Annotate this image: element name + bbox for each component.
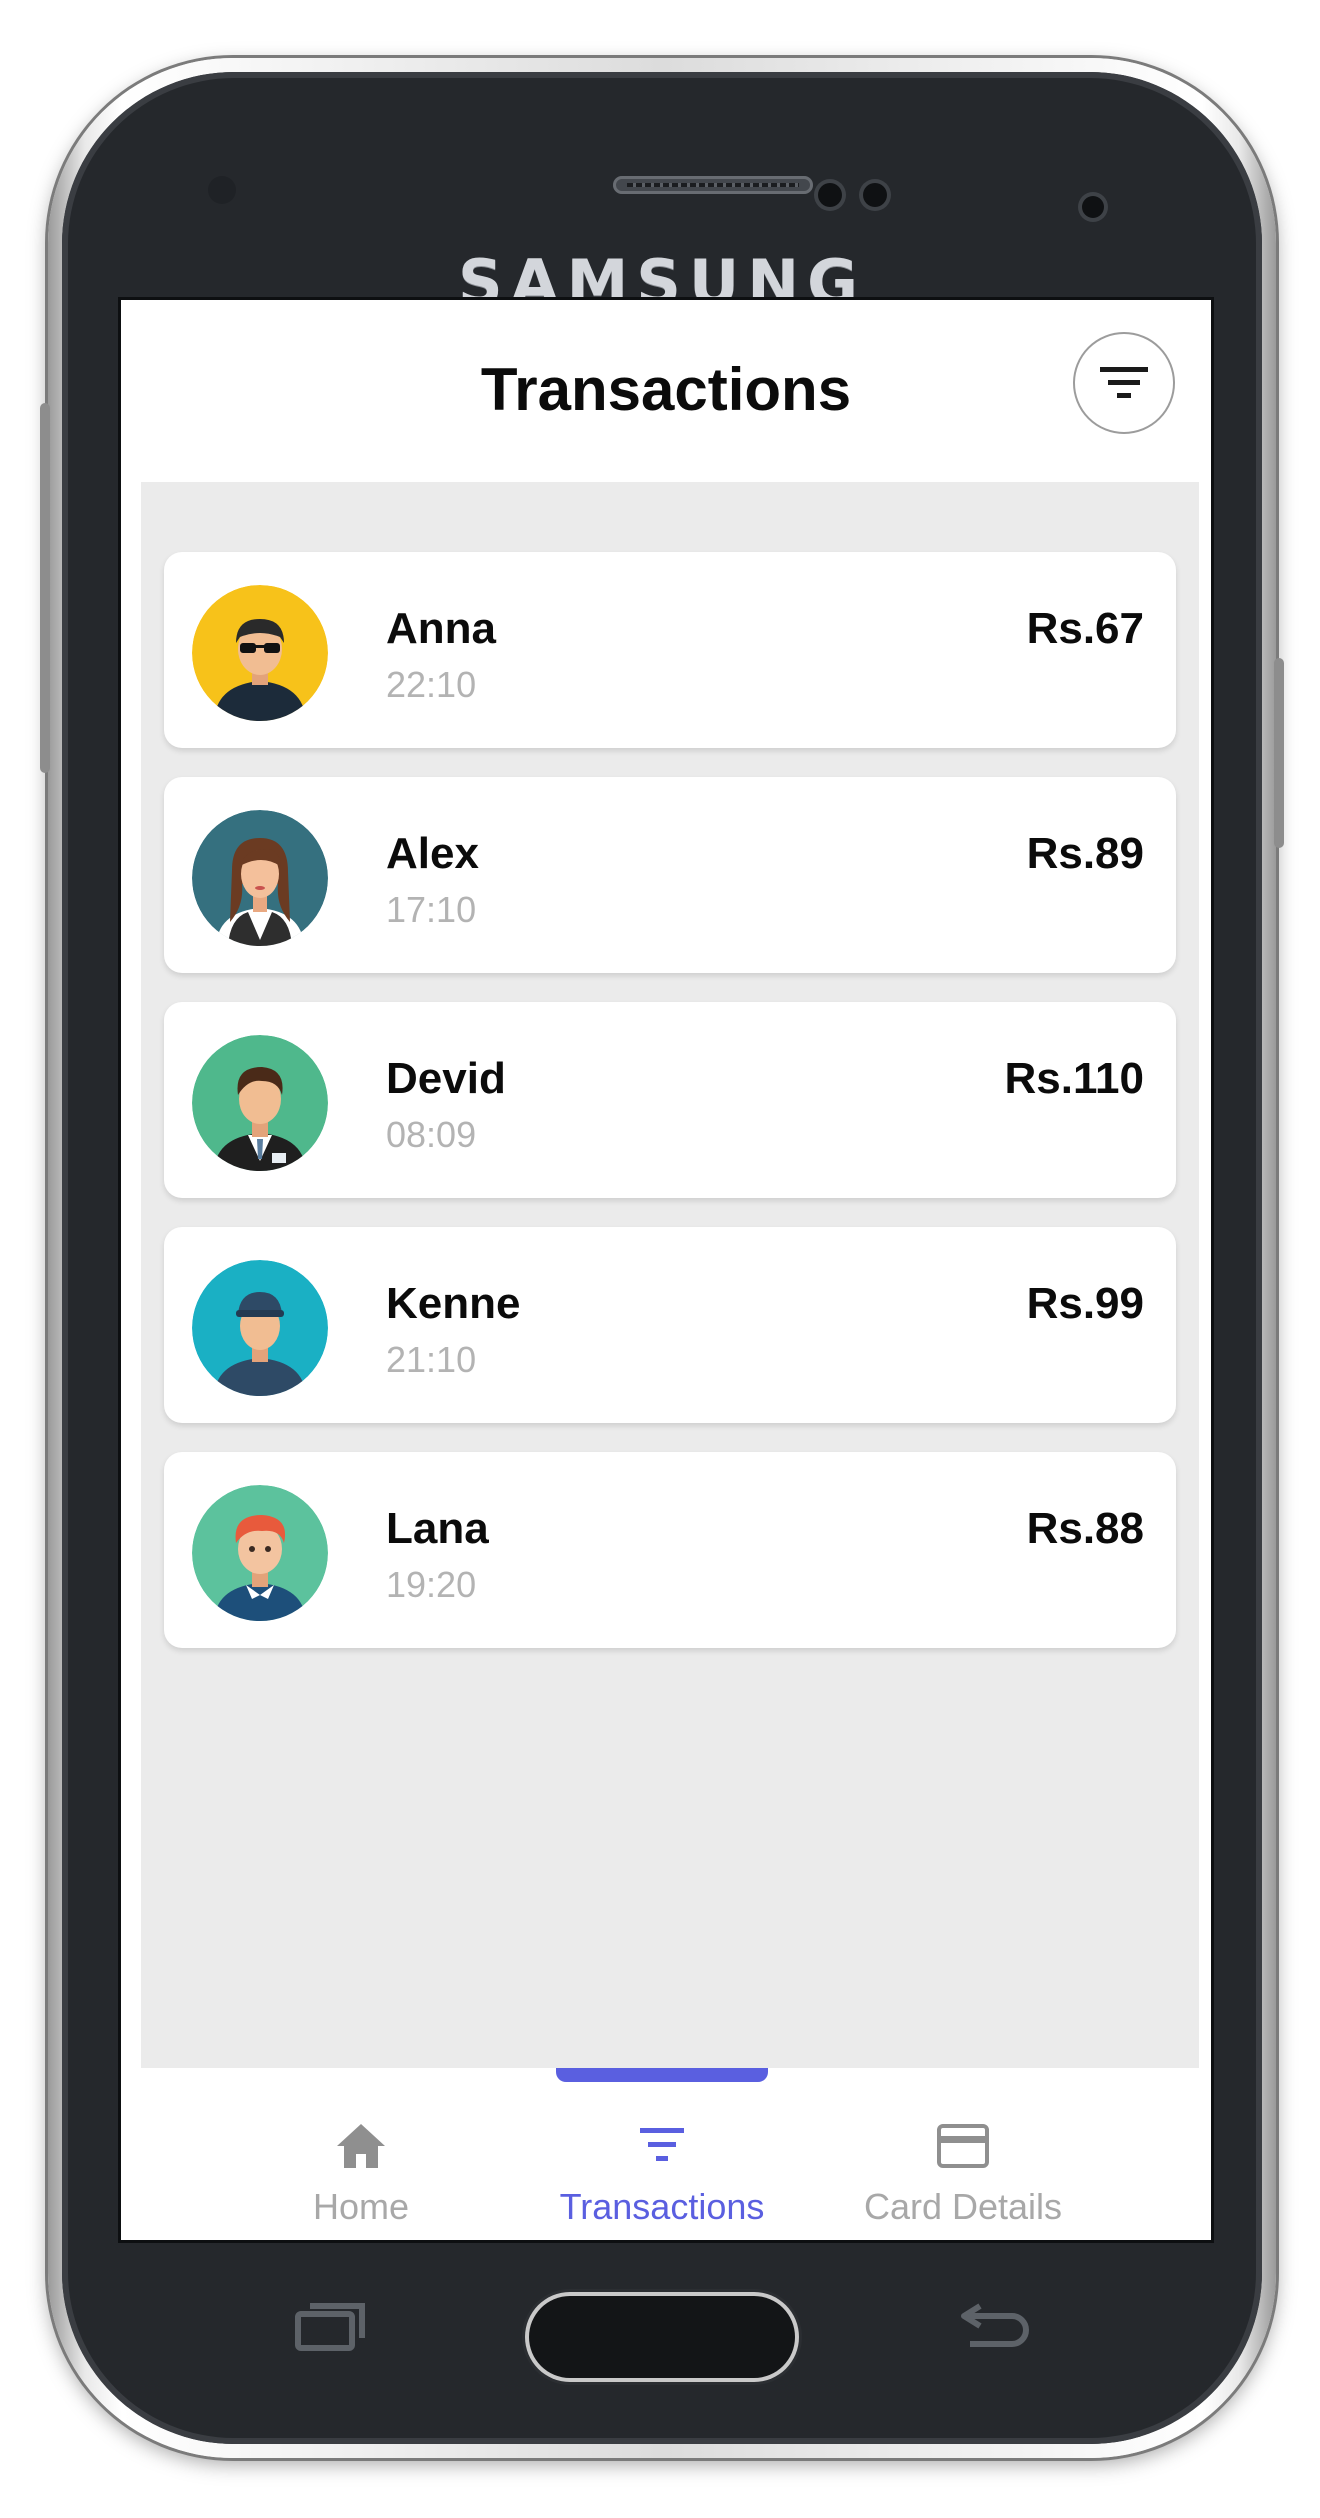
avatar-cap-man-icon	[192, 1260, 328, 1396]
app-screen: Transactions Anna 22:10 Rs.67 Alex 17:10…	[118, 297, 1214, 2243]
transaction-name: Devid	[386, 1054, 506, 1103]
transaction-name: Alex	[386, 829, 479, 878]
transaction-name: Lana	[386, 1504, 489, 1553]
transaction-card[interactable]: Anna 22:10 Rs.67	[164, 552, 1176, 748]
tab-transactions-label: Transactions	[559, 2186, 765, 2227]
transaction-amount: Rs.110	[1004, 1054, 1144, 1103]
transaction-card[interactable]: Lana 19:20 Rs.88	[164, 1452, 1176, 1648]
app-header: Transactions	[121, 300, 1211, 482]
sensor-icon	[818, 183, 842, 207]
active-tab-indicator	[556, 2068, 768, 2082]
home-key-button[interactable]	[529, 2296, 795, 2378]
avatar-redhead-boy-icon	[192, 1485, 328, 1621]
filter-button[interactable]	[1073, 332, 1175, 434]
recent-apps-icon[interactable]	[292, 2298, 368, 2354]
light-sensor-icon	[1082, 196, 1104, 218]
filter-icon	[1100, 367, 1148, 398]
tab-transactions[interactable]: Transactions	[512, 2118, 812, 2228]
home-icon	[337, 2124, 385, 2168]
front-camera-icon	[863, 183, 887, 207]
volume-button	[40, 403, 50, 773]
transaction-time: 17:10	[386, 889, 477, 930]
card-icon	[937, 2124, 989, 2168]
transaction-card[interactable]: Alex 17:10 Rs.89	[164, 777, 1176, 973]
power-button	[1274, 658, 1284, 848]
transaction-time: 22:10	[386, 664, 477, 705]
proximity-sensor-icon	[208, 176, 236, 204]
transaction-time: 08:09	[386, 1114, 477, 1155]
avatar-woman-vest-icon	[192, 810, 328, 946]
transaction-time: 19:20	[386, 1564, 477, 1605]
tab-home[interactable]: Home	[211, 2118, 511, 2228]
earpiece-speaker	[613, 176, 813, 194]
transaction-time: 21:10	[386, 1339, 477, 1380]
bottom-navigation: Home Transactions Card Details	[121, 2068, 1211, 2240]
tab-home-label: Home	[312, 2186, 410, 2227]
transaction-amount: Rs.89	[1026, 829, 1144, 878]
transaction-amount: Rs.99	[1026, 1279, 1144, 1328]
filter-icon	[640, 2128, 684, 2161]
transaction-card[interactable]: Kenne 21:10 Rs.99	[164, 1227, 1176, 1423]
avatar-sunglasses-man-icon	[192, 585, 328, 721]
transaction-list: Anna 22:10 Rs.67 Alex 17:10 Rs.89 Devid …	[141, 482, 1199, 2068]
tab-card-details[interactable]: Card Details	[813, 2118, 1113, 2228]
transaction-name: Kenne	[386, 1279, 521, 1328]
avatar	[192, 1260, 328, 1396]
avatar	[192, 1485, 328, 1621]
avatar	[192, 585, 328, 721]
avatar-businessman-icon	[192, 1035, 328, 1171]
avatar	[192, 810, 328, 946]
tab-card-details-label: Card Details	[863, 2186, 1063, 2227]
avatar	[192, 1035, 328, 1171]
back-icon[interactable]	[956, 2292, 1036, 2352]
transaction-amount: Rs.67	[1026, 604, 1144, 653]
transaction-name: Anna	[386, 604, 496, 653]
transaction-card[interactable]: Devid 08:09 Rs.110	[164, 1002, 1176, 1198]
transaction-amount: Rs.88	[1026, 1504, 1144, 1553]
page-title: Transactions	[480, 356, 852, 423]
